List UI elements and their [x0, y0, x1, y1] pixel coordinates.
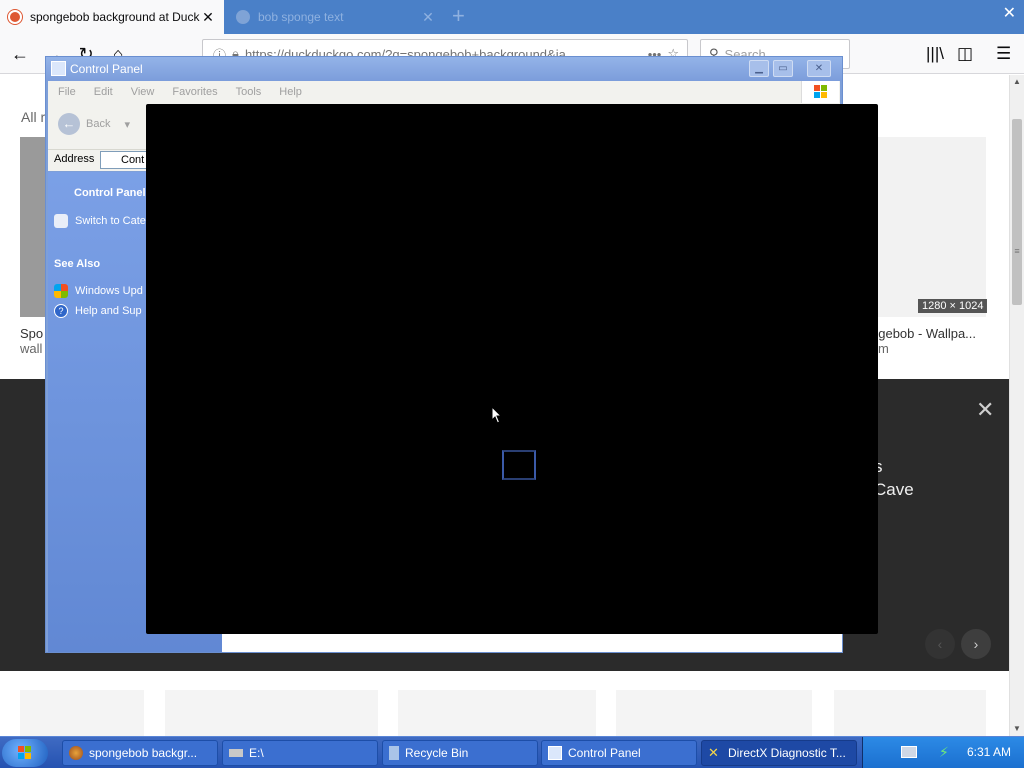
back-label: Back — [86, 118, 111, 130]
clock[interactable]: 6:31 AM — [967, 745, 1011, 759]
switch-category-label: Switch to Cate — [75, 215, 146, 227]
close-icon[interactable]: ✕ — [807, 60, 831, 77]
tab-strip: spongebob background at Duck ✕ bob spong… — [0, 0, 1024, 34]
image-thumbnail[interactable] — [616, 690, 812, 736]
duckduckgo-favicon-icon — [8, 10, 22, 24]
back-arrow-icon: ← — [58, 113, 80, 135]
category-view-icon — [54, 214, 68, 228]
taskbar-item-label: Recycle Bin — [405, 746, 469, 760]
overlay-title-line: Cave — [874, 480, 914, 499]
image-thumbnail[interactable] — [878, 137, 986, 317]
taskbar: spongebob backgr... E:\ Recycle Bin Cont… — [0, 736, 1024, 768]
tab-favicon-icon — [236, 10, 250, 24]
menu-edit[interactable]: Edit — [94, 86, 113, 98]
address-label: Address — [54, 153, 95, 165]
content-area-edge — [222, 632, 842, 652]
back-dropdown-icon[interactable]: ▾ — [124, 118, 130, 131]
menu-help[interactable]: Help — [279, 86, 302, 98]
minimize-icon[interactable]: ▁ — [749, 60, 769, 77]
new-tab-icon[interactable]: + — [452, 3, 465, 29]
menu-tools[interactable]: Tools — [236, 86, 262, 98]
help-support-link[interactable]: ? Help and Sup — [54, 304, 142, 318]
taskbar-item-drive-e[interactable]: E:\ — [222, 740, 378, 766]
image-source: m — [878, 341, 889, 356]
image-caption[interactable]: ngebob - Wallpa... — [871, 326, 976, 341]
taskbar-item-label: spongebob backgr... — [89, 746, 198, 760]
previous-image-icon[interactable]: ‹ — [925, 629, 955, 659]
back-icon[interactable]: ← — [8, 42, 32, 66]
recycle-bin-icon — [389, 746, 399, 760]
taskbar-item-firefox[interactable]: spongebob backgr... — [62, 740, 218, 766]
windows-update-link[interactable]: Windows Upd — [54, 284, 143, 298]
windows-logo-icon — [18, 746, 31, 759]
directx-icon: ✕ — [708, 745, 719, 760]
tab-close-icon[interactable]: ✕ — [200, 9, 216, 26]
taskbar-item-label: DirectX Diagnostic T... — [728, 746, 846, 760]
help-support-label: Help and Sup — [75, 305, 142, 317]
taskbar-item-control-panel[interactable]: Control Panel — [541, 740, 697, 766]
windows-update-icon — [54, 284, 68, 298]
loading-spinner-icon — [502, 450, 536, 480]
menu-bar: File Edit View Favorites Tools Help — [48, 81, 840, 103]
task-pane-header: Control Panel — [74, 187, 146, 199]
image-source: wall — [20, 341, 43, 356]
menu-file[interactable]: File — [58, 86, 76, 98]
image-caption[interactable]: Spo — [20, 326, 43, 341]
control-panel-icon — [548, 746, 562, 760]
vertical-scrollbar[interactable]: ▲ ≡ ▼ — [1009, 75, 1024, 736]
system-tray: ⚡ 6:31 AM — [862, 737, 1024, 768]
tab-title: spongebob background at Duck — [30, 10, 200, 24]
tab-duckduckgo[interactable]: spongebob background at Duck ✕ — [0, 0, 224, 34]
image-dimensions-badge: 1280 × 1024 — [918, 299, 988, 313]
switch-category-link[interactable]: Switch to Cate — [54, 214, 146, 228]
back-button[interactable]: ← Back ▾ — [58, 113, 130, 135]
directx-diagnostic-window[interactable] — [146, 104, 878, 634]
window-title: Control Panel — [70, 62, 143, 76]
next-image-icon[interactable]: › — [961, 629, 991, 659]
library-icon[interactable]: |||\ — [926, 44, 944, 64]
window-close-icon[interactable]: ✕ — [1003, 3, 1016, 23]
taskbar-item-directx[interactable]: ✕ DirectX Diagnostic T... — [701, 740, 857, 766]
firefox-icon — [69, 746, 83, 760]
control-panel-icon — [51, 61, 66, 76]
address-value: Cont — [121, 154, 145, 166]
control-panel-titlebar[interactable]: Control Panel — [46, 57, 842, 81]
image-thumbnail[interactable] — [398, 690, 596, 736]
all-results-label[interactable]: All r — [21, 109, 45, 125]
windows-update-label: Windows Upd — [75, 285, 143, 297]
image-thumbnail[interactable] — [834, 690, 986, 736]
network-icon[interactable]: ⚡ — [939, 744, 949, 761]
close-icon[interactable]: ✕ — [976, 397, 994, 423]
mouse-cursor-icon — [491, 406, 503, 424]
taskbar-item-label: Control Panel — [568, 746, 641, 760]
menu-icon[interactable]: ☰ — [996, 44, 1011, 64]
windows-flag-icon — [801, 81, 839, 105]
image-thumbnail[interactable] — [20, 690, 144, 736]
drive-icon — [229, 749, 243, 757]
maximize-icon[interactable]: ▭ — [773, 60, 793, 77]
tab-background[interactable]: bob sponge text ✕ — [228, 0, 444, 34]
scroll-down-icon[interactable]: ▼ — [1010, 722, 1024, 736]
sidebar-icon[interactable]: ◫ — [957, 44, 973, 64]
keyboard-icon[interactable] — [901, 746, 917, 758]
image-thumbnail[interactable] — [165, 690, 378, 736]
scroll-up-icon[interactable]: ▲ — [1010, 75, 1024, 89]
scrollbar-thumb[interactable]: ≡ — [1012, 119, 1022, 305]
taskbar-item-label: E:\ — [249, 746, 264, 760]
menu-favorites[interactable]: Favorites — [172, 86, 217, 98]
scrollbar-grip-icon: ≡ — [1014, 246, 1020, 256]
tab-title: bob sponge text — [258, 10, 344, 24]
menu-view[interactable]: View — [131, 86, 155, 98]
taskbar-item-recycle-bin[interactable]: Recycle Bin — [382, 740, 538, 766]
start-button[interactable] — [2, 739, 48, 767]
help-icon: ? — [54, 304, 68, 318]
tab-close-icon[interactable]: ✕ — [420, 9, 436, 26]
see-also-header: See Also — [54, 258, 101, 270]
